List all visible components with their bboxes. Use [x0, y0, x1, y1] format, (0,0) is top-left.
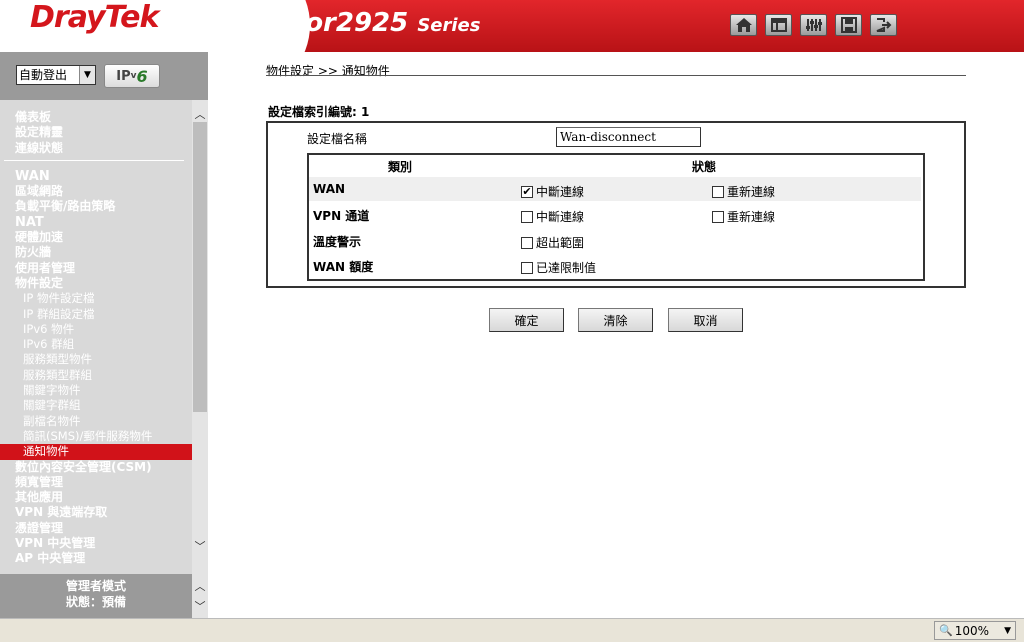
- chevron-down-icon[interactable]: ﹀: [192, 598, 208, 614]
- sidebar-item-dashboard[interactable]: 儀表板: [0, 110, 192, 125]
- status-text: 狀態：預備: [65, 595, 126, 609]
- sidebar-item-load-balance[interactable]: 負載平衡/路由策略: [0, 199, 192, 214]
- sidebar-item-ipv6-object[interactable]: IPv6 物件: [0, 322, 192, 337]
- sidebar-item-wan[interactable]: WAN: [0, 169, 192, 184]
- ipv6-logo: IP v 6: [104, 64, 160, 88]
- draytek-logo: DrayTek: [30, 0, 159, 35]
- checkbox-icon[interactable]: [521, 236, 533, 249]
- wan-reconnect-checkbox[interactable]: 重新連線: [712, 183, 775, 200]
- row-label-wan: WAN: [313, 182, 346, 196]
- wan-budget-limit-checkbox[interactable]: 已達限制值: [521, 259, 596, 276]
- row-label-vpn-tunnel: VPN 通道: [313, 209, 370, 223]
- sidebar-item-applications[interactable]: 其他應用: [0, 490, 192, 505]
- cancel-button[interactable]: 取消: [668, 308, 743, 332]
- clear-button[interactable]: 清除: [578, 308, 653, 332]
- sidebar-item-bandwidth[interactable]: 頻寬管理: [0, 475, 192, 490]
- sidebar-item-central-ap[interactable]: AP 中央管理: [0, 551, 192, 566]
- wan-budget-limit-label: 已達限制值: [536, 261, 597, 275]
- menu-divider: [4, 159, 184, 161]
- ipv6-six-text: 6: [136, 66, 148, 86]
- sidebar-item-wizard[interactable]: 設定精靈: [0, 125, 192, 140]
- breadcrumb: 物件設定 >> 通知物件: [266, 64, 390, 78]
- sidebar: 自動登出 ▼ IP v 6 儀表板 設定精靈 連線狀態 WAN 區域網路 負載平衡/…: [0, 52, 208, 618]
- table-row-highlight: [309, 177, 921, 201]
- chevron-down-icon[interactable]: ﹀: [192, 538, 208, 554]
- wan-disconnect-checkbox[interactable]: ✔ 中斷連線: [521, 183, 584, 200]
- sidebar-item-service-object[interactable]: 服務類型物件: [0, 352, 192, 367]
- checkbox-icon[interactable]: [712, 185, 724, 198]
- vpn-reconnect-label: 重新連線: [727, 210, 776, 224]
- sidebar-item-lan[interactable]: 區域網路: [0, 184, 192, 199]
- profile-name-label: 設定檔名稱: [307, 132, 368, 146]
- row-label-temperature: 溫度警示: [313, 235, 362, 249]
- wan-reconnect-label: 重新連線: [727, 185, 776, 199]
- temperature-out-of-range-checkbox[interactable]: 超出範圍: [521, 234, 584, 251]
- sidebar-item-csm[interactable]: 數位內容安全管理(CSM): [0, 460, 192, 475]
- header: DrayTek Vigor2925 Series: [0, 0, 1024, 52]
- list-icon[interactable]: [765, 14, 792, 36]
- sidebar-item-vpn-remote[interactable]: VPN 與遠端存取: [0, 505, 192, 520]
- sidebar-item-firewall[interactable]: 防火牆: [0, 245, 192, 260]
- model-name: Vigor2925: [258, 8, 409, 38]
- checkbox-icon[interactable]: [712, 210, 724, 223]
- sidebar-item-keyword-group[interactable]: 關鍵字群組: [0, 398, 192, 413]
- checkbox-icon[interactable]: [521, 261, 533, 274]
- chevron-up-icon[interactable]: ︿: [192, 106, 208, 122]
- sidebar-item-sms-mail-object[interactable]: 簡訊(SMS)/郵件服務物件: [0, 429, 192, 444]
- logout-icon[interactable]: [870, 14, 897, 36]
- sidebar-item-certificate[interactable]: 憑證管理: [0, 521, 192, 536]
- column-header-category: 類別: [388, 160, 413, 174]
- model-series: Series: [417, 15, 481, 36]
- zoom-icon: 🔍: [939, 624, 953, 637]
- zoom-level: 100%: [954, 623, 990, 638]
- vpn-disconnect-label: 中斷連線: [536, 210, 585, 224]
- row-label-wan-budget: WAN 額度: [313, 260, 374, 274]
- column-header-status: 狀態: [692, 160, 717, 174]
- admin-mode-text: 管理者模式: [65, 579, 126, 593]
- sidebar-item-user-management[interactable]: 使用者管理: [0, 261, 192, 276]
- scrollbar-thumb[interactable]: [193, 122, 207, 412]
- sidebar-item-ip-group[interactable]: IP 群組設定檔: [0, 307, 192, 322]
- breadcrumb-divider: [266, 75, 966, 76]
- sidebar-item-keyword-object[interactable]: 關鍵字物件: [0, 383, 192, 398]
- ipv6-ip-text: IP: [116, 68, 131, 84]
- sidebar-item-objects-setting[interactable]: 物件設定: [0, 276, 192, 291]
- wan-disconnect-label: 中斷連線: [536, 185, 585, 199]
- header-toolbar: [730, 14, 897, 36]
- sidebar-item-extension-object[interactable]: 副檔名物件: [0, 414, 192, 429]
- auto-logout-select[interactable]: 自動登出 ▼: [16, 65, 96, 85]
- home-icon[interactable]: [730, 14, 757, 36]
- checkbox-checked-icon[interactable]: ✔: [521, 185, 533, 198]
- checkbox-icon[interactable]: [521, 210, 533, 223]
- profile-index-label: 設定檔索引編號: 1: [268, 105, 370, 119]
- sidebar-menu: 儀表板 設定精靈 連線狀態 WAN 區域網路 負載平衡/路由策略 NAT 硬體加…: [0, 110, 192, 570]
- sidebar-status: 管理者模式 狀態：預備 ︿ ﹀: [0, 574, 208, 618]
- sidebar-item-hw-acceleration[interactable]: 硬體加速: [0, 230, 192, 245]
- sidebar-item-ipv6-group[interactable]: IPv6 群組: [0, 337, 192, 352]
- vpn-disconnect-checkbox[interactable]: 中斷連線: [521, 208, 584, 225]
- sidebar-item-ip-object[interactable]: IP 物件設定檔: [0, 291, 192, 306]
- chevron-up-icon[interactable]: ︿: [192, 578, 208, 594]
- sidebar-item-online-status[interactable]: 連線狀態: [0, 141, 192, 156]
- ok-button[interactable]: 確定: [489, 308, 564, 332]
- zoom-control[interactable]: 🔍 100% ▼: [934, 621, 1016, 640]
- chevron-down-icon[interactable]: ▼: [1004, 626, 1011, 636]
- sidebar-item-central-vpn[interactable]: VPN 中央管理: [0, 536, 192, 551]
- model-title: Vigor2925 Series: [258, 8, 480, 38]
- save-icon[interactable]: [835, 14, 862, 36]
- sidebar-item-notification-object[interactable]: 通知物件: [0, 444, 192, 460]
- browser-statusbar: 🔍 100% ▼: [0, 618, 1024, 642]
- temperature-out-of-range-label: 超出範圍: [536, 236, 585, 250]
- profile-name-input[interactable]: [556, 127, 701, 147]
- sidebar-scrollbar[interactable]: ︿ ﹀: [192, 100, 208, 578]
- status-scrollbar[interactable]: ︿ ﹀: [192, 574, 208, 618]
- sidebar-item-nat[interactable]: NAT: [0, 215, 192, 230]
- sidebar-item-service-group[interactable]: 服務類型群組: [0, 368, 192, 383]
- chevron-down-icon[interactable]: ▼: [79, 66, 95, 84]
- vpn-reconnect-checkbox[interactable]: 重新連線: [712, 208, 775, 225]
- sliders-icon[interactable]: [800, 14, 827, 36]
- auto-logout-value: 自動登出: [19, 68, 68, 82]
